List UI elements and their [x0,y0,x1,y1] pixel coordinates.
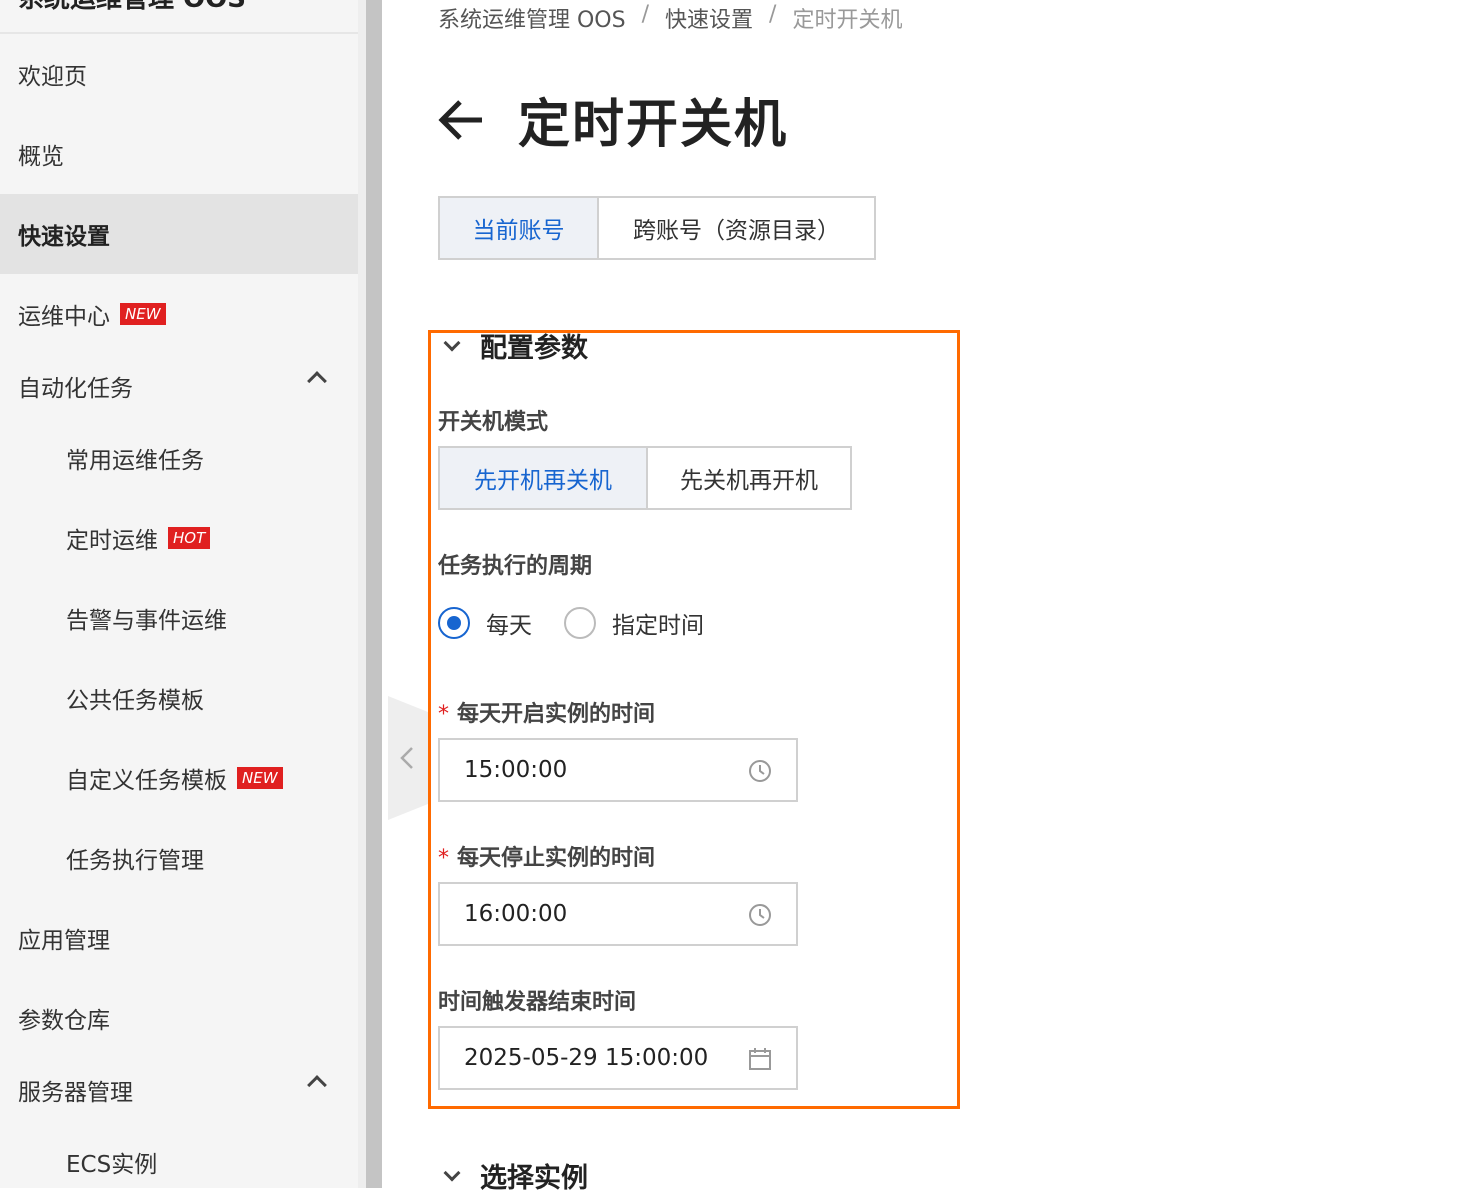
mode-label: 开关机模式 [438,404,548,436]
sidebar-item-parameter-store[interactable]: 参数仓库 [0,978,358,1058]
config-section-header[interactable]: 配置参数 [438,326,588,365]
sidebar-item-label: 运维中心 [18,304,110,330]
sidebar-item-label: 快速设置 [18,224,110,250]
sidebar-item-execution-management[interactable]: 任务执行管理 [0,818,358,898]
breadcrumb-separator: / [769,2,777,27]
trigger-end-label-text: 时间触发器结束时间 [438,990,637,1015]
clock-icon[interactable] [748,759,772,783]
breadcrumb-item-quick-settings[interactable]: 快速设置 [665,2,753,34]
sidebar-item-ecs-instances[interactable]: ECS实例 [0,1122,358,1188]
sidebar-item-app-management[interactable]: 应用管理 [0,898,358,978]
sidebar-item-ops-center[interactable]: 运维中心 NEW [0,274,358,354]
stop-time-label: * 每天停止实例的时间 [438,840,655,872]
period-label-text: 任务执行的周期 [438,554,593,579]
clock-icon[interactable] [748,903,772,927]
config-section-title: 配置参数 [480,333,588,364]
mode-on-then-off[interactable]: 先开机再关机 [440,448,646,508]
sidebar-item-label: 公共任务模板 [66,688,204,714]
stop-time-value: 16:00:00 [464,901,568,927]
new-badge: NEW [120,303,166,325]
stop-time-label-text: 每天停止实例的时间 [457,846,656,871]
instance-section-header[interactable]: 选择实例 [438,1156,588,1195]
start-time-label: * 每天开启实例的时间 [438,696,655,728]
chevron-down-icon [443,1164,461,1181]
instance-section-title: 选择实例 [480,1163,588,1194]
page-title: 定时开关机 [518,95,789,155]
back-arrow-icon[interactable] [436,98,486,142]
sidebar-item-overview[interactable]: 概览 [0,114,358,194]
sidebar-group-server-management[interactable]: 服务器管理 [0,1050,358,1130]
trigger-end-value: 2025-05-29 15:00:00 [464,1045,709,1071]
breadcrumb-separator: / [641,2,650,27]
new-badge: NEW [237,767,283,789]
sidebar-item-label: 定时运维 [66,528,158,554]
sidebar-item-scheduled-ops[interactable]: 定时运维 HOT [0,498,358,578]
power-mode-switch: 先开机再关机 先关机再开机 [438,446,852,510]
page-header: 定时开关机 [436,82,788,157]
sidebar-group-automation[interactable]: 自动化任务 [0,346,358,426]
sidebar-item-label: 告警与事件运维 [66,608,227,634]
chevron-up-icon [307,371,327,391]
required-mark: * [438,846,449,871]
sidebar-item-public-templates[interactable]: 公共任务模板 [0,658,358,738]
radio-unchecked-icon [564,607,596,639]
radio-specified-time[interactable]: 指定时间 [564,606,704,640]
tab-current-account[interactable]: 当前账号 [440,198,597,258]
sidebar-scrollbar[interactable] [366,0,382,1188]
trigger-end-input[interactable]: 2025-05-29 15:00:00 [438,1026,798,1090]
tab-cross-account[interactable]: 跨账号（资源目录） [597,198,874,258]
required-mark: * [438,702,449,727]
radio-daily[interactable]: 每天 [438,606,532,640]
sidebar-item-label: 常用运维任务 [66,448,204,474]
calendar-icon[interactable] [748,1047,772,1071]
sidebar-item-label: 自动化任务 [18,376,133,402]
start-time-value: 15:00:00 [464,757,568,783]
radio-daily-label: 每天 [486,613,532,639]
chevron-down-icon [443,334,461,351]
period-radio-group: 每天 指定时间 [438,606,704,640]
chevron-up-icon [307,1075,327,1095]
mode-off-then-on[interactable]: 先关机再开机 [646,448,850,508]
sidebar-item-quick-settings[interactable]: 快速设置 [0,194,358,274]
breadcrumb-item-oos[interactable]: 系统运维管理 OOS [438,2,626,34]
sidebar-item-label: 服务器管理 [18,1080,133,1106]
sidebar-item-welcome[interactable]: 欢迎页 [0,34,358,114]
radio-specified-time-label: 指定时间 [612,613,704,639]
breadcrumb-item-current: 定时开关机 [792,8,903,33]
main-content: 系统运维管理 OOS / 快速设置 / 定时开关机 定时开关机 当前账号 跨账号… [390,0,1478,1194]
sidebar-gutter [358,0,366,1188]
stop-time-input[interactable]: 16:00:00 [438,882,798,946]
sidebar-item-label: 自定义任务模板 [66,768,227,794]
sidebar-title: 系统运维管理 OOS [18,0,246,15]
start-time-label-text: 每天开启实例的时间 [457,702,656,727]
sidebar-item-label: 应用管理 [18,928,110,954]
sidebar-item-custom-templates[interactable]: 自定义任务模板 NEW [0,738,358,818]
sidebar-item-alert-event-ops[interactable]: 告警与事件运维 [0,578,358,658]
period-label: 任务执行的周期 [438,548,592,580]
sidebar-item-label: 欢迎页 [18,64,87,90]
mode-label-text: 开关机模式 [438,410,549,435]
breadcrumb: 系统运维管理 OOS / 快速设置 / 定时开关机 [438,2,902,34]
radio-checked-icon [438,607,470,639]
sidebar-item-common-tasks[interactable]: 常用运维任务 [0,418,358,498]
start-time-input[interactable]: 15:00:00 [438,738,798,802]
sidebar-item-label: 任务执行管理 [66,848,204,874]
sidebar: 系统运维管理 OOS 欢迎页 概览 快速设置 运维中心 NEW 自动化任务 常用… [0,0,358,1188]
sidebar-item-label: 参数仓库 [18,1008,110,1034]
trigger-end-label: 时间触发器结束时间 [438,984,636,1016]
hot-badge: HOT [168,527,211,549]
sidebar-item-label: ECS实例 [66,1152,158,1178]
account-type-switch: 当前账号 跨账号（资源目录） [438,196,876,260]
sidebar-item-label: 概览 [18,144,64,170]
